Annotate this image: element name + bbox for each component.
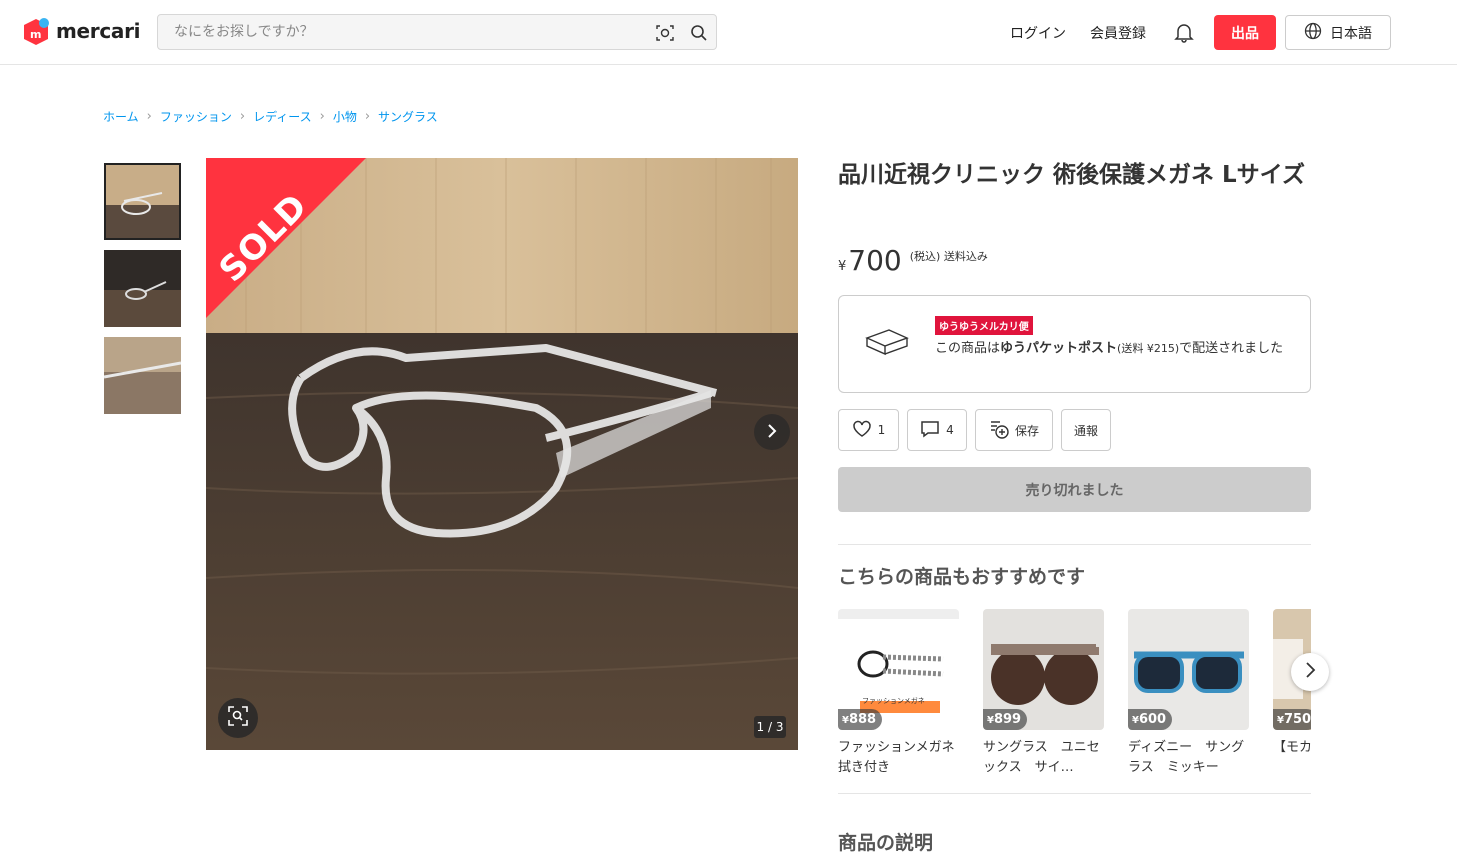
recommend-item-image: ファッションメガネ ¥888 bbox=[838, 609, 959, 730]
report-button[interactable]: 通報 bbox=[1061, 409, 1111, 451]
breadcrumb-home[interactable]: ホーム bbox=[103, 108, 139, 125]
section-divider bbox=[838, 793, 1311, 794]
search-input[interactable] bbox=[158, 15, 628, 49]
shipping-text: この商品はゆうパケットポスト(送料 ¥215)で配送されました bbox=[935, 339, 1295, 358]
breadcrumb-sunglasses[interactable]: サングラス bbox=[378, 108, 438, 125]
price-note: (税込) 送料込み bbox=[909, 250, 988, 263]
language-button[interactable]: 日本語 bbox=[1285, 15, 1391, 50]
like-count: 1 bbox=[877, 423, 886, 437]
recommend-next-button[interactable] bbox=[1291, 653, 1329, 691]
recommend-item-price: ¥899 bbox=[983, 709, 1028, 730]
zoom-button[interactable] bbox=[218, 698, 258, 738]
price-amount: 700 bbox=[848, 244, 902, 277]
signup-link[interactable]: 会員登録 bbox=[1090, 23, 1146, 43]
thumbnail-3[interactable] bbox=[104, 337, 181, 414]
chevron-right-icon: › bbox=[319, 109, 325, 124]
product-main-image[interactable]: SOLD bbox=[206, 158, 798, 750]
recommend-item-image: ¥600 bbox=[1128, 609, 1249, 730]
section-divider bbox=[838, 544, 1311, 545]
recommend-item[interactable]: ファッションメガネ ¥888 ファッションメガネ 拭き付き bbox=[838, 609, 959, 778]
image-search-icon[interactable] bbox=[655, 23, 675, 43]
comment-button[interactable]: 4 bbox=[907, 409, 967, 451]
next-image-button[interactable] bbox=[754, 414, 790, 450]
like-button[interactable]: 1 bbox=[838, 409, 899, 451]
recommend-item[interactable]: ¥750 【モカ サンク bbox=[1273, 609, 1311, 778]
recommend-price-value: 899 bbox=[993, 712, 1022, 727]
breadcrumb: ホーム › ファッション › レディース › 小物 › サングラス bbox=[103, 108, 438, 125]
thumbnail-2[interactable] bbox=[104, 250, 181, 327]
shipping-info-box: ゆうゆうメルカリ便 この商品はゆうパケットポスト(送料 ¥215)で配送されまし… bbox=[838, 295, 1311, 393]
recommend-carousel: ファッションメガネ ¥888 ファッションメガネ 拭き付き ¥899 サングラス… bbox=[838, 609, 1311, 784]
login-link[interactable]: ログイン bbox=[1010, 23, 1066, 43]
chevron-right-icon bbox=[1303, 662, 1317, 682]
package-icon bbox=[865, 326, 909, 366]
breadcrumb-fashion[interactable]: ファッション bbox=[160, 108, 232, 125]
recommend-price-value: 750 bbox=[1283, 712, 1311, 727]
language-label: 日本語 bbox=[1330, 25, 1372, 42]
sell-button[interactable]: 出品 bbox=[1214, 15, 1276, 50]
recommend-item[interactable]: ¥600 ディズニー サングラス ミッキー bbox=[1128, 609, 1249, 778]
recommend-item-price: ¥888 bbox=[838, 709, 883, 730]
thumbnail-1[interactable] bbox=[104, 163, 181, 240]
breadcrumb-ladies[interactable]: レディース bbox=[253, 108, 312, 125]
recommend-price-value: 600 bbox=[1138, 712, 1167, 727]
chevron-right-icon: › bbox=[239, 109, 246, 124]
notification-bell-icon[interactable] bbox=[1173, 21, 1195, 43]
product-title: 品川近視クリニック 術後保護メガネ Lサイズ bbox=[838, 162, 1305, 188]
mercari-logo[interactable]: m mercari bbox=[22, 17, 141, 45]
shipping-method-badge: ゆうゆうメルカリ便 bbox=[935, 316, 1033, 335]
recommend-item-name: 【モカ サンク bbox=[1273, 740, 1311, 755]
description-title: 商品の説明 bbox=[838, 832, 934, 854]
mercari-logo-icon: m bbox=[22, 17, 50, 45]
recommend-price-value: 888 bbox=[848, 712, 877, 727]
globe-icon bbox=[1304, 22, 1322, 44]
svg-text:m: m bbox=[30, 28, 41, 41]
recommend-item-overlay: ファッションメガネ bbox=[862, 697, 925, 705]
product-price: ¥ 700 (税込) 送料込み bbox=[838, 244, 988, 277]
recommend-item-name: サングラス ユニセックス サイ… bbox=[983, 740, 1100, 775]
recommend-item-image: ¥899 bbox=[983, 609, 1104, 730]
image-counter: 1 / 3 bbox=[754, 716, 786, 738]
logo-text: mercari bbox=[56, 19, 141, 43]
site-header: m mercari ログイン 会員登録 出品 日 bbox=[0, 0, 1457, 65]
heart-icon bbox=[852, 420, 872, 441]
sold-out-button: 売り切れました bbox=[838, 467, 1311, 512]
zoom-icon bbox=[228, 706, 248, 730]
comment-count: 4 bbox=[946, 423, 954, 437]
chevron-right-icon: › bbox=[364, 109, 371, 124]
breadcrumb-accessories[interactable]: 小物 bbox=[333, 108, 357, 125]
recommend-item-price: ¥750 bbox=[1273, 709, 1311, 730]
recommend-item[interactable]: ¥899 サングラス ユニセックス サイ… bbox=[983, 609, 1104, 778]
price-currency: ¥ bbox=[838, 259, 847, 274]
shipping-method-name: ゆうパケットポスト bbox=[1000, 341, 1118, 356]
shipping-fee: (送料 ¥215) bbox=[1117, 342, 1180, 355]
recommend-item-price: ¥600 bbox=[1128, 709, 1173, 730]
shipping-text-post: で配送されました bbox=[1179, 341, 1284, 356]
recommend-title: こちらの商品もおすすめです bbox=[838, 566, 1086, 588]
save-icon bbox=[989, 419, 1009, 442]
shipping-text-pre: この商品は bbox=[935, 341, 1001, 356]
chevron-right-icon: › bbox=[146, 109, 152, 124]
save-label: 保存 bbox=[1014, 423, 1039, 438]
recommend-item-name: ファッションメガネ 拭き付き bbox=[838, 740, 959, 775]
chevron-right-icon bbox=[765, 423, 779, 442]
search-box bbox=[157, 14, 717, 50]
comment-icon bbox=[920, 420, 940, 441]
recommend-item-name: ディズニー サングラス ミッキー bbox=[1128, 740, 1245, 775]
save-button[interactable]: 保存 bbox=[975, 409, 1053, 451]
search-icon[interactable] bbox=[689, 23, 709, 43]
